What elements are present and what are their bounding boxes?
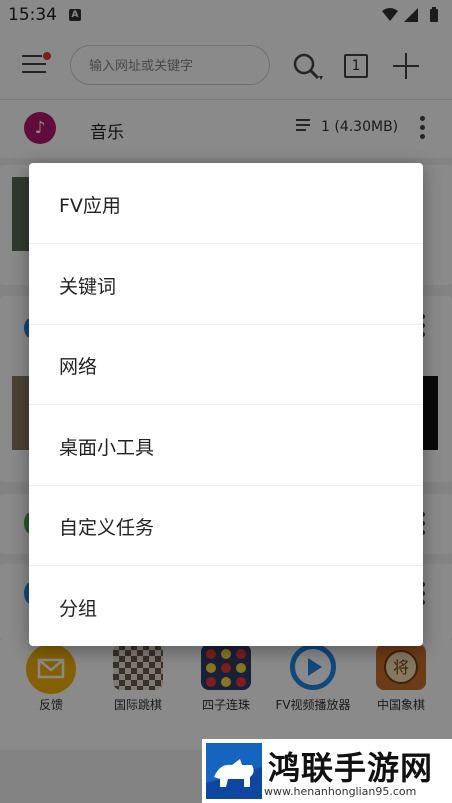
menu-item-desktop-widget[interactable]: 桌面小工具 [29,405,423,486]
add-menu-popup: FV应用 关键词 网络 桌面小工具 自定义任务 分组 [29,163,423,646]
watermark-title: 鸿联手游网 [268,749,434,787]
menu-item-network[interactable]: 网络 [29,324,423,405]
menu-item-label: FV应用 [59,195,121,217]
menu-item-label: 网络 [59,356,98,378]
menu-item-label: 自定义任务 [59,517,155,539]
menu-item-label: 关键词 [59,276,117,298]
watermark-url: www.henanhonglian95.com [264,785,417,798]
menu-item-keywords[interactable]: 关键词 [29,244,423,325]
menu-item-custom-task[interactable]: 自定义任务 [29,485,423,566]
site-watermark: 鸿联手游网 www.henanhonglian95.com [202,739,452,803]
menu-item-label: 分组 [59,598,98,620]
menu-item-group[interactable]: 分组 [29,566,423,646]
menu-item-fv-apps[interactable]: FV应用 [29,163,423,244]
bull-logo-icon [206,743,262,799]
menu-item-label: 桌面小工具 [59,437,155,459]
